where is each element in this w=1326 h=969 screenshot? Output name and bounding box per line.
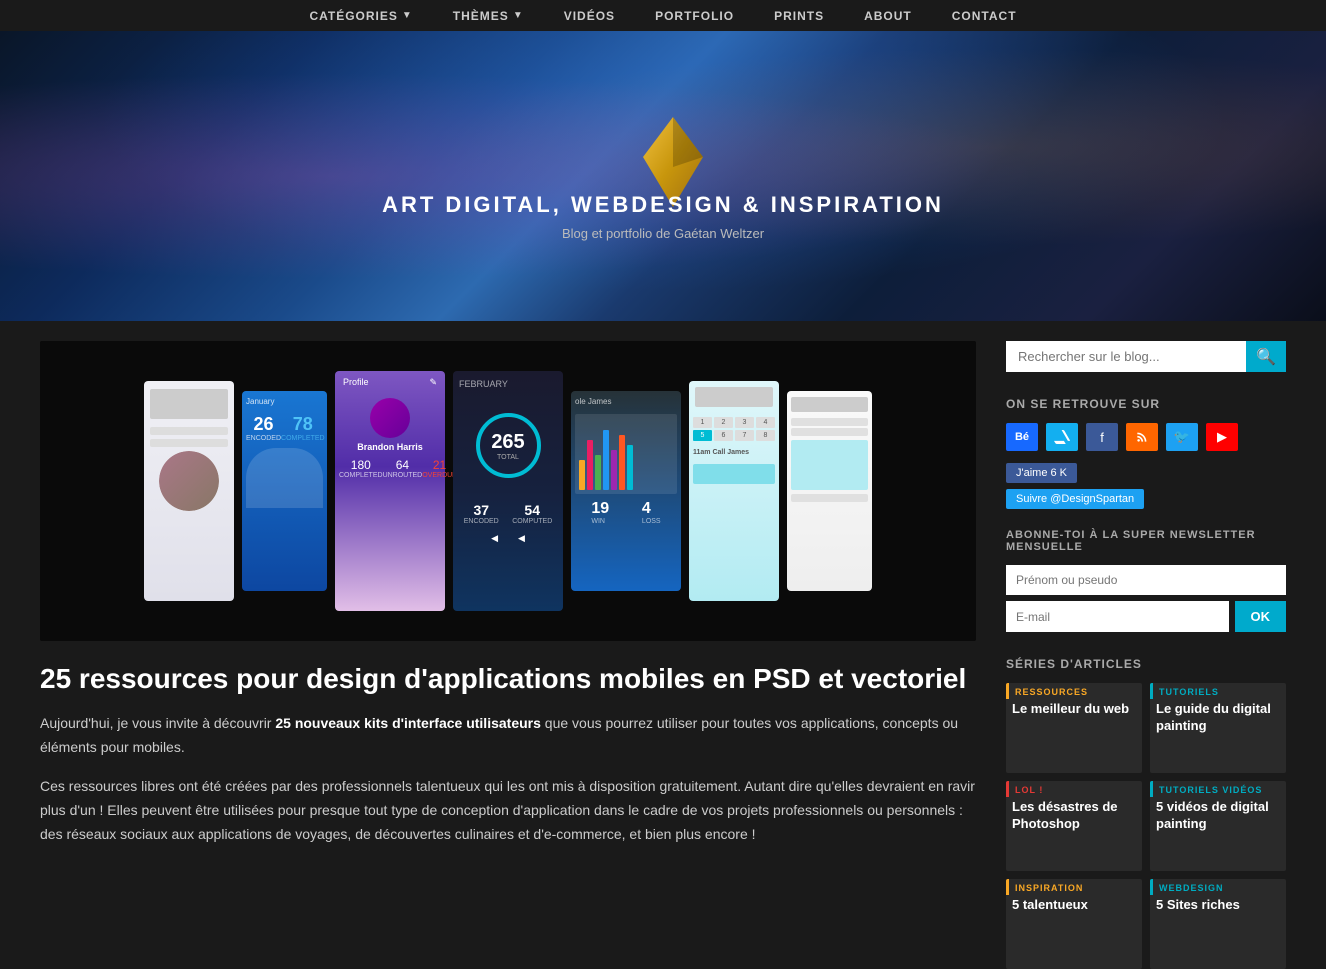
newsletter-title: ABONNE-TOI À LA SUPER NEWSLETTER MENSUEL…	[1006, 529, 1286, 553]
rss-icon[interactable]	[1126, 423, 1158, 451]
search-input[interactable]	[1006, 341, 1246, 372]
nav-themes[interactable]: THÈMES ▼	[453, 9, 524, 23]
logo-diamond	[633, 112, 693, 192]
nav-videos[interactable]: VIDÉOS	[564, 9, 615, 23]
nav-prints[interactable]: PRINTS	[774, 9, 824, 23]
nav-categories[interactable]: CATÉGORIES ▼	[309, 9, 412, 23]
chevron-down-icon: ▼	[402, 10, 413, 21]
series-card-title-0: Le meilleur du web	[1006, 699, 1142, 724]
search-icon: 🔍	[1256, 347, 1276, 367]
nav-about[interactable]: ABOUT	[864, 9, 912, 23]
series-label-2: LOL !	[1006, 781, 1142, 797]
hero-subtitle: Blog et portfolio de Gaétan Weltzer	[562, 226, 764, 241]
series-card-title-4: 5 talentueux	[1006, 895, 1142, 920]
chevron-down-icon: ▼	[513, 10, 524, 21]
tw-follow-button[interactable]: Suivre @DesignSpartan	[1006, 489, 1144, 509]
newsletter-section: ABONNE-TOI À LA SUPER NEWSLETTER MENSUEL…	[1006, 529, 1286, 632]
series-card-title-5: 5 Sites riches	[1150, 895, 1286, 920]
article-title: 25 ressources pour design d'applications…	[40, 661, 976, 697]
series-label-1: TUTORIELS	[1150, 683, 1286, 699]
hero-title: ART DIGITAL, WEBDESIGN & INSPIRATION	[382, 192, 944, 218]
social-icons: Bé f 🐦 ▶	[1006, 423, 1286, 451]
mockup-grid: January 26ENCODED 78COMPLETED Profile✎ B…	[40, 341, 976, 641]
series-card-3[interactable]: TUTORIELS VIDÉOS 5 vidéos de digital pai…	[1150, 781, 1286, 871]
mockup-screen-5: ole James 19WIN	[571, 391, 681, 591]
series-title: SÉRIES D'ARTICLES	[1006, 657, 1286, 671]
newsletter-email-input[interactable]	[1006, 601, 1229, 632]
series-label-3: TUTORIELS VIDÉOS	[1150, 781, 1286, 797]
search-box: 🔍	[1006, 341, 1286, 372]
article-paragraph-2: Ces ressources libres ont été créées par…	[40, 775, 976, 846]
mockup-screen-4: FEBRUARY 265 TOTAL 37ENCODED 54COMPUTED …	[453, 371, 563, 611]
youtube-icon[interactable]: ▶	[1206, 423, 1238, 451]
search-button[interactable]: 🔍	[1246, 341, 1286, 372]
series-card-title-1: Le guide du digital painting	[1150, 699, 1286, 741]
nav-contact[interactable]: CONTACT	[952, 9, 1017, 23]
series-label-5: WEBDESIGN	[1150, 879, 1286, 895]
article-paragraph-1: Aujourd'hui, je vous invite à découvrir …	[40, 712, 976, 760]
twitter-icon[interactable]: 🐦	[1166, 423, 1198, 451]
main-container: January 26ENCODED 78COMPLETED Profile✎ B…	[0, 341, 1326, 969]
content-area: January 26ENCODED 78COMPLETED Profile✎ B…	[40, 341, 976, 861]
artstation-icon[interactable]	[1046, 423, 1078, 451]
hero-banner: ART DIGITAL, WEBDESIGN & INSPIRATION Blo…	[0, 31, 1326, 321]
fb-like-button[interactable]: J'aime 6 K	[1006, 463, 1077, 483]
facebook-icon[interactable]: f	[1086, 423, 1118, 451]
series-grid: RESSOURCES Le meilleur du web TUTORIELS …	[1006, 683, 1286, 969]
article-image: January 26ENCODED 78COMPLETED Profile✎ B…	[40, 341, 976, 641]
behance-icon[interactable]: Bé	[1006, 423, 1038, 451]
series-card-title-2: Les désastres de Photoshop	[1006, 797, 1142, 839]
series-card-0[interactable]: RESSOURCES Le meilleur du web	[1006, 683, 1142, 773]
sidebar: 🔍 ON SE RETROUVE SUR Bé f 🐦 ▶ J'aime 6 K…	[1006, 341, 1286, 969]
mockup-screen-1	[144, 381, 234, 601]
mockup-screen-3: Profile✎ Brandon Harris 180COMPLETED 64U…	[335, 371, 445, 611]
newsletter-name-input[interactable]	[1006, 565, 1286, 595]
series-card-2[interactable]: LOL ! Les désastres de Photoshop	[1006, 781, 1142, 871]
series-label-0: RESSOURCES	[1006, 683, 1142, 699]
mockup-screen-2: January 26ENCODED 78COMPLETED	[242, 391, 327, 591]
series-card-4[interactable]: INSPIRATION 5 talentueux	[1006, 879, 1142, 969]
series-card-5[interactable]: WEBDESIGN 5 Sites riches	[1150, 879, 1286, 969]
newsletter-ok-button[interactable]: OK	[1235, 601, 1287, 632]
newsletter-email-row: OK	[1006, 601, 1286, 632]
series-card-title-3: 5 vidéos de digital painting	[1150, 797, 1286, 839]
series-card-1[interactable]: TUTORIELS Le guide du digital painting	[1150, 683, 1286, 773]
series-label-4: INSPIRATION	[1006, 879, 1142, 895]
mockup-screen-6: 1 2 3 4 5 6 7 8 11am Call James	[689, 381, 779, 601]
social-section-title: ON SE RETROUVE SUR	[1006, 397, 1286, 411]
main-nav: CATÉGORIES ▼ THÈMES ▼ VIDÉOS PORTFOLIO P…	[0, 0, 1326, 31]
nav-portfolio[interactable]: PORTFOLIO	[655, 9, 734, 23]
mockup-screen-7	[787, 391, 872, 591]
